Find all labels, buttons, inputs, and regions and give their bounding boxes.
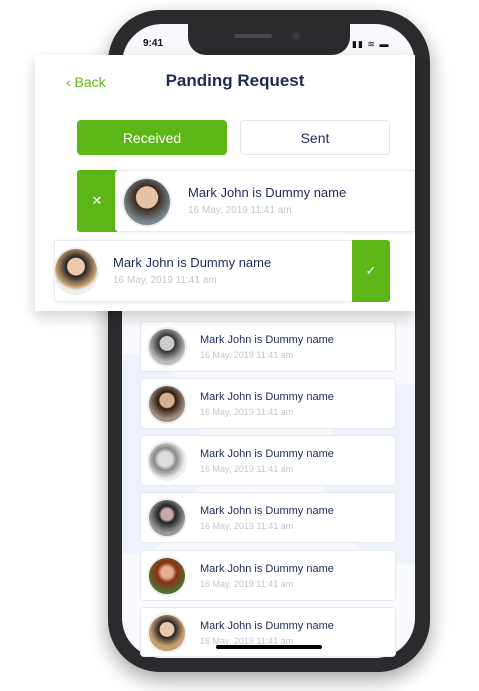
item-name: Mark John is Dummy name (200, 620, 334, 632)
accept-button[interactable]: ✓ (352, 240, 390, 302)
status-time: 9:41 (143, 38, 164, 49)
item-name: Mark John is Dummy name (200, 505, 334, 517)
avatar (122, 177, 172, 227)
list-item[interactable]: Mark John is Dummy name 16 May, 2019 11:4… (140, 607, 396, 657)
item-date: 16 May, 2019 11:41 am (200, 579, 294, 589)
avatar (147, 498, 187, 538)
avatar (147, 441, 187, 481)
notch (188, 24, 350, 55)
item-date: 16 May, 2019 11:41 am (200, 407, 294, 417)
list-item[interactable]: Mark John is Dummy name 16 May, 2019 11:4… (140, 550, 396, 601)
list-item[interactable]: Mark John is Dummy name 16 May, 2019 11:4… (140, 378, 396, 429)
tab-sent[interactable]: Sent (240, 120, 390, 155)
avatar (147, 327, 187, 367)
swipe-row-reject[interactable]: Mark John is Dummy name 16 May, 2019 11:… (115, 170, 415, 232)
swipe-row-accept[interactable]: Mark John is Dummy name 16 May, 2019 11:… (53, 240, 354, 302)
back-button[interactable]: ‹ Back (66, 74, 106, 90)
item-name: Mark John is Dummy name (200, 563, 334, 575)
avatar (147, 556, 187, 596)
row-date: 16 May, 2019 11:41 am (113, 275, 217, 286)
reject-button[interactable]: ✕ (77, 170, 117, 232)
home-indicator (216, 645, 322, 649)
row-date: 16 May, 2019 11:41 am (188, 205, 292, 216)
row-name: Mark John is Dummy name (188, 185, 347, 200)
close-icon: ✕ (91, 193, 103, 208)
item-date: 16 May, 2019 11:41 am (200, 464, 294, 474)
tab-received[interactable]: Received (77, 120, 227, 155)
check-icon: ✓ (365, 263, 377, 278)
list-item[interactable]: Mark John is Dummy name 16 May, 2019 11:4… (140, 435, 396, 486)
status-icons: ▮▮ ≋ ▬ (352, 39, 390, 49)
page-title: Panding Request (165, 71, 305, 90)
item-date: 16 May, 2019 11:41 am (200, 521, 294, 531)
item-name: Mark John is Dummy name (200, 391, 334, 403)
list-item[interactable]: Mark John is Dummy name 16 May, 2019 11:4… (140, 492, 396, 543)
row-name: Mark John is Dummy name (113, 255, 272, 270)
avatar (147, 384, 187, 424)
item-date: 16 May, 2019 11:41 am (200, 350, 294, 360)
item-name: Mark John is Dummy name (200, 334, 334, 346)
item-name: Mark John is Dummy name (200, 448, 334, 460)
avatar (147, 613, 187, 653)
list-item[interactable]: Mark John is Dummy name 16 May, 2019 11:4… (140, 321, 396, 372)
avatar (53, 247, 99, 295)
